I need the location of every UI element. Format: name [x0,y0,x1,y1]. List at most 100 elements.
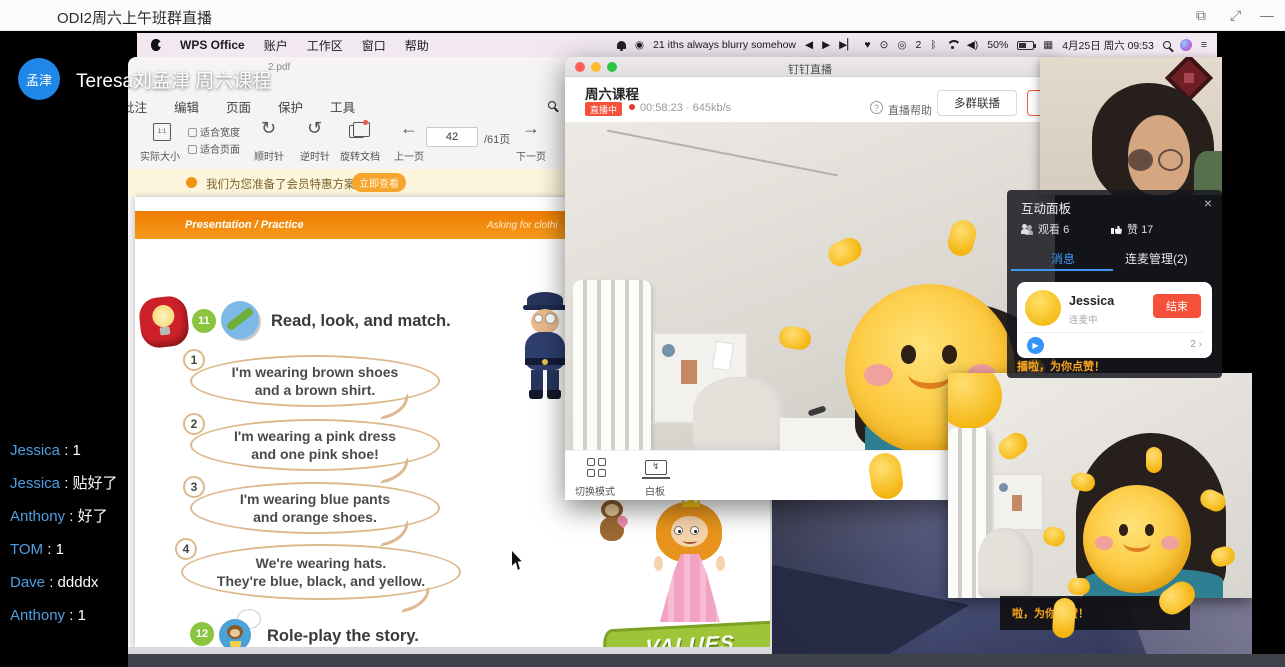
menubar-datetime[interactable]: 4月25日 周六 09:53 [1062,38,1154,53]
tab-page[interactable]: 页面 [226,97,251,116]
share-window-icon[interactable]: ⧉ [1196,7,1206,24]
fit-page-icon [188,145,197,154]
next-track-icon[interactable]: ▶▏ [839,39,855,51]
close-icon[interactable]: × [1204,195,1212,211]
sun-sticker-partial [948,373,1002,429]
bubble-number: 1 [183,349,205,371]
actual-size-button[interactable]: 实际大小 [140,148,180,163]
menu-item-workspace[interactable]: 工作区 [307,37,343,54]
apple-logo-icon[interactable] [151,39,161,51]
control-center-icon[interactable]: ≡ [1201,39,1207,51]
whiteboard-button[interactable]: 白板 [645,483,665,498]
tab-messages[interactable]: 消息 [1051,250,1075,267]
chat-message: TOM : 1 [10,533,118,566]
menu-item-account[interactable]: 账户 [264,37,288,54]
wps-search-icon[interactable] [548,101,556,109]
monkey-character [593,500,635,550]
fit-page-button[interactable]: 适合页面 [188,141,240,156]
sun-emoji-sticker [1083,485,1191,593]
siri-icon[interactable] [1180,39,1192,51]
bluetooth-icon[interactable]: ᛒ [930,39,936,51]
whiteboard-icon[interactable] [645,460,667,475]
rotate-doc-icon[interactable] [349,125,364,138]
promo-dot-icon [186,177,197,188]
microphone [808,405,827,416]
document-tab[interactable]: 2.pdf [268,62,290,73]
recording-dot-icon [629,104,635,110]
chat-message: Anthony : 好了 [10,500,118,533]
dingtalk-window-title: 钉钉直播 [565,61,1055,77]
chat-message: Anthony : 1 [10,599,118,632]
sun-ray-sticker [778,325,813,351]
multi-group-button[interactable]: 多群联播 [937,90,1017,116]
tab-mic-management[interactable]: 连麦管理(2) [1125,250,1188,267]
rotate-doc-button[interactable]: 旋转文档 [340,148,380,163]
likes-icon [1111,224,1122,234]
tab-edit[interactable]: 编辑 [174,97,199,116]
rotate-ccw-button[interactable]: 逆时针 [300,148,330,163]
volume-icon[interactable]: ◀) [967,39,979,51]
end-mic-button[interactable]: 结束 [1153,294,1201,318]
rotate-cw-button[interactable]: 顺时针 [254,148,284,163]
bell-icon[interactable] [617,41,626,49]
pencil-icon [221,301,259,339]
student-webcam [948,373,1252,598]
sun-ray-sticker [1052,597,1077,638]
screen: ODI2周六上午班群直播 ⧉ ⤢ — WPS Office 账户 工作区 窗口 … [0,0,1285,667]
battery-percent: 50% [987,39,1008,51]
fit-width-button[interactable]: 适合宽度 [188,124,240,139]
minimize-icon[interactable]: — [1260,7,1274,23]
chat-message-list: Jessica : 1 Jessica : 贴好了 Anthony : 好了 T… [10,434,118,632]
bubble-number: 4 [175,538,197,560]
fullscreen-icon[interactable]: ⤢ [1230,7,1241,24]
roleplay-monkey-icon [219,615,257,648]
activity-12-badge: 12 [190,622,214,646]
switch-mode-icon[interactable] [587,458,607,478]
tab-tools[interactable]: 工具 [330,97,355,116]
camera-icon[interactable]: ▶ [1027,337,1044,354]
values-logo: VALUES [603,620,770,648]
member-status: 连麦中 [1069,312,1098,326]
promo-view-button[interactable]: 立即查看 [352,173,406,192]
heart-icon[interactable]: ♥ [864,39,870,51]
next-page-button[interactable]: 下一页 [516,148,546,163]
member-count[interactable]: 2 › [1190,339,1202,350]
actual-size-icon[interactable]: 1:1 [153,123,171,141]
sun-ray-sticker [1068,578,1090,595]
record-icon[interactable]: ◉ [635,39,644,51]
menu-item-window[interactable]: 窗口 [362,37,386,54]
prev-track-icon[interactable]: ◀ [805,39,813,51]
tab-annotate[interactable]: 批注 [128,97,147,116]
wifi-icon[interactable] [946,40,958,50]
sun-ray-sticker [1041,524,1067,548]
prev-page-button[interactable]: 上一页 [394,148,424,163]
rotate-ccw-icon[interactable]: ↺ [307,118,322,139]
keyboard-icon[interactable]: ▦ [1043,39,1053,51]
menu-item-help[interactable]: 帮助 [405,37,429,54]
viewers-stat: 观看 6 [1038,221,1069,237]
fit-width-icon [188,128,197,137]
prev-page-icon[interactable]: ← [400,118,418,139]
rotate-cw-icon[interactable]: ↻ [261,118,276,139]
spotlight-icon[interactable] [1163,41,1171,49]
live-help-link[interactable]: 直播帮助 [888,102,932,118]
viewers-icon [1021,224,1033,234]
app-circle-icon[interactable]: ⊙ [880,39,889,51]
help-question-icon[interactable]: ? [870,101,883,114]
chat-badge-icon[interactable]: ◎ [897,39,906,51]
bottom-scrollbar-area[interactable] [128,654,1285,667]
next-page-icon[interactable]: → [522,118,540,139]
page-number-input[interactable] [426,127,478,147]
mic-member-card: Jessica 连麦中 结束 ▶ 2 › [1017,282,1212,358]
dingtalk-header: 周六课程 直播中 00:58:23 · 645kb/s ? 直播帮助 多群联播 … [565,77,1055,122]
likes-stat: 赞 17 [1127,221,1153,237]
lightbulb-icon [138,295,191,350]
glasses-right [1158,149,1183,171]
sun-ray-sticker [867,451,905,500]
tab-protect[interactable]: 保护 [278,97,303,116]
activity-11-title: Read, look, and match. [271,312,451,331]
play-icon[interactable]: ▶ [822,39,830,51]
switch-mode-button[interactable]: 切换模式 [575,483,615,498]
menu-app-name[interactable]: WPS Office [180,38,245,52]
presenter-avatar[interactable]: 孟津 [18,58,60,100]
